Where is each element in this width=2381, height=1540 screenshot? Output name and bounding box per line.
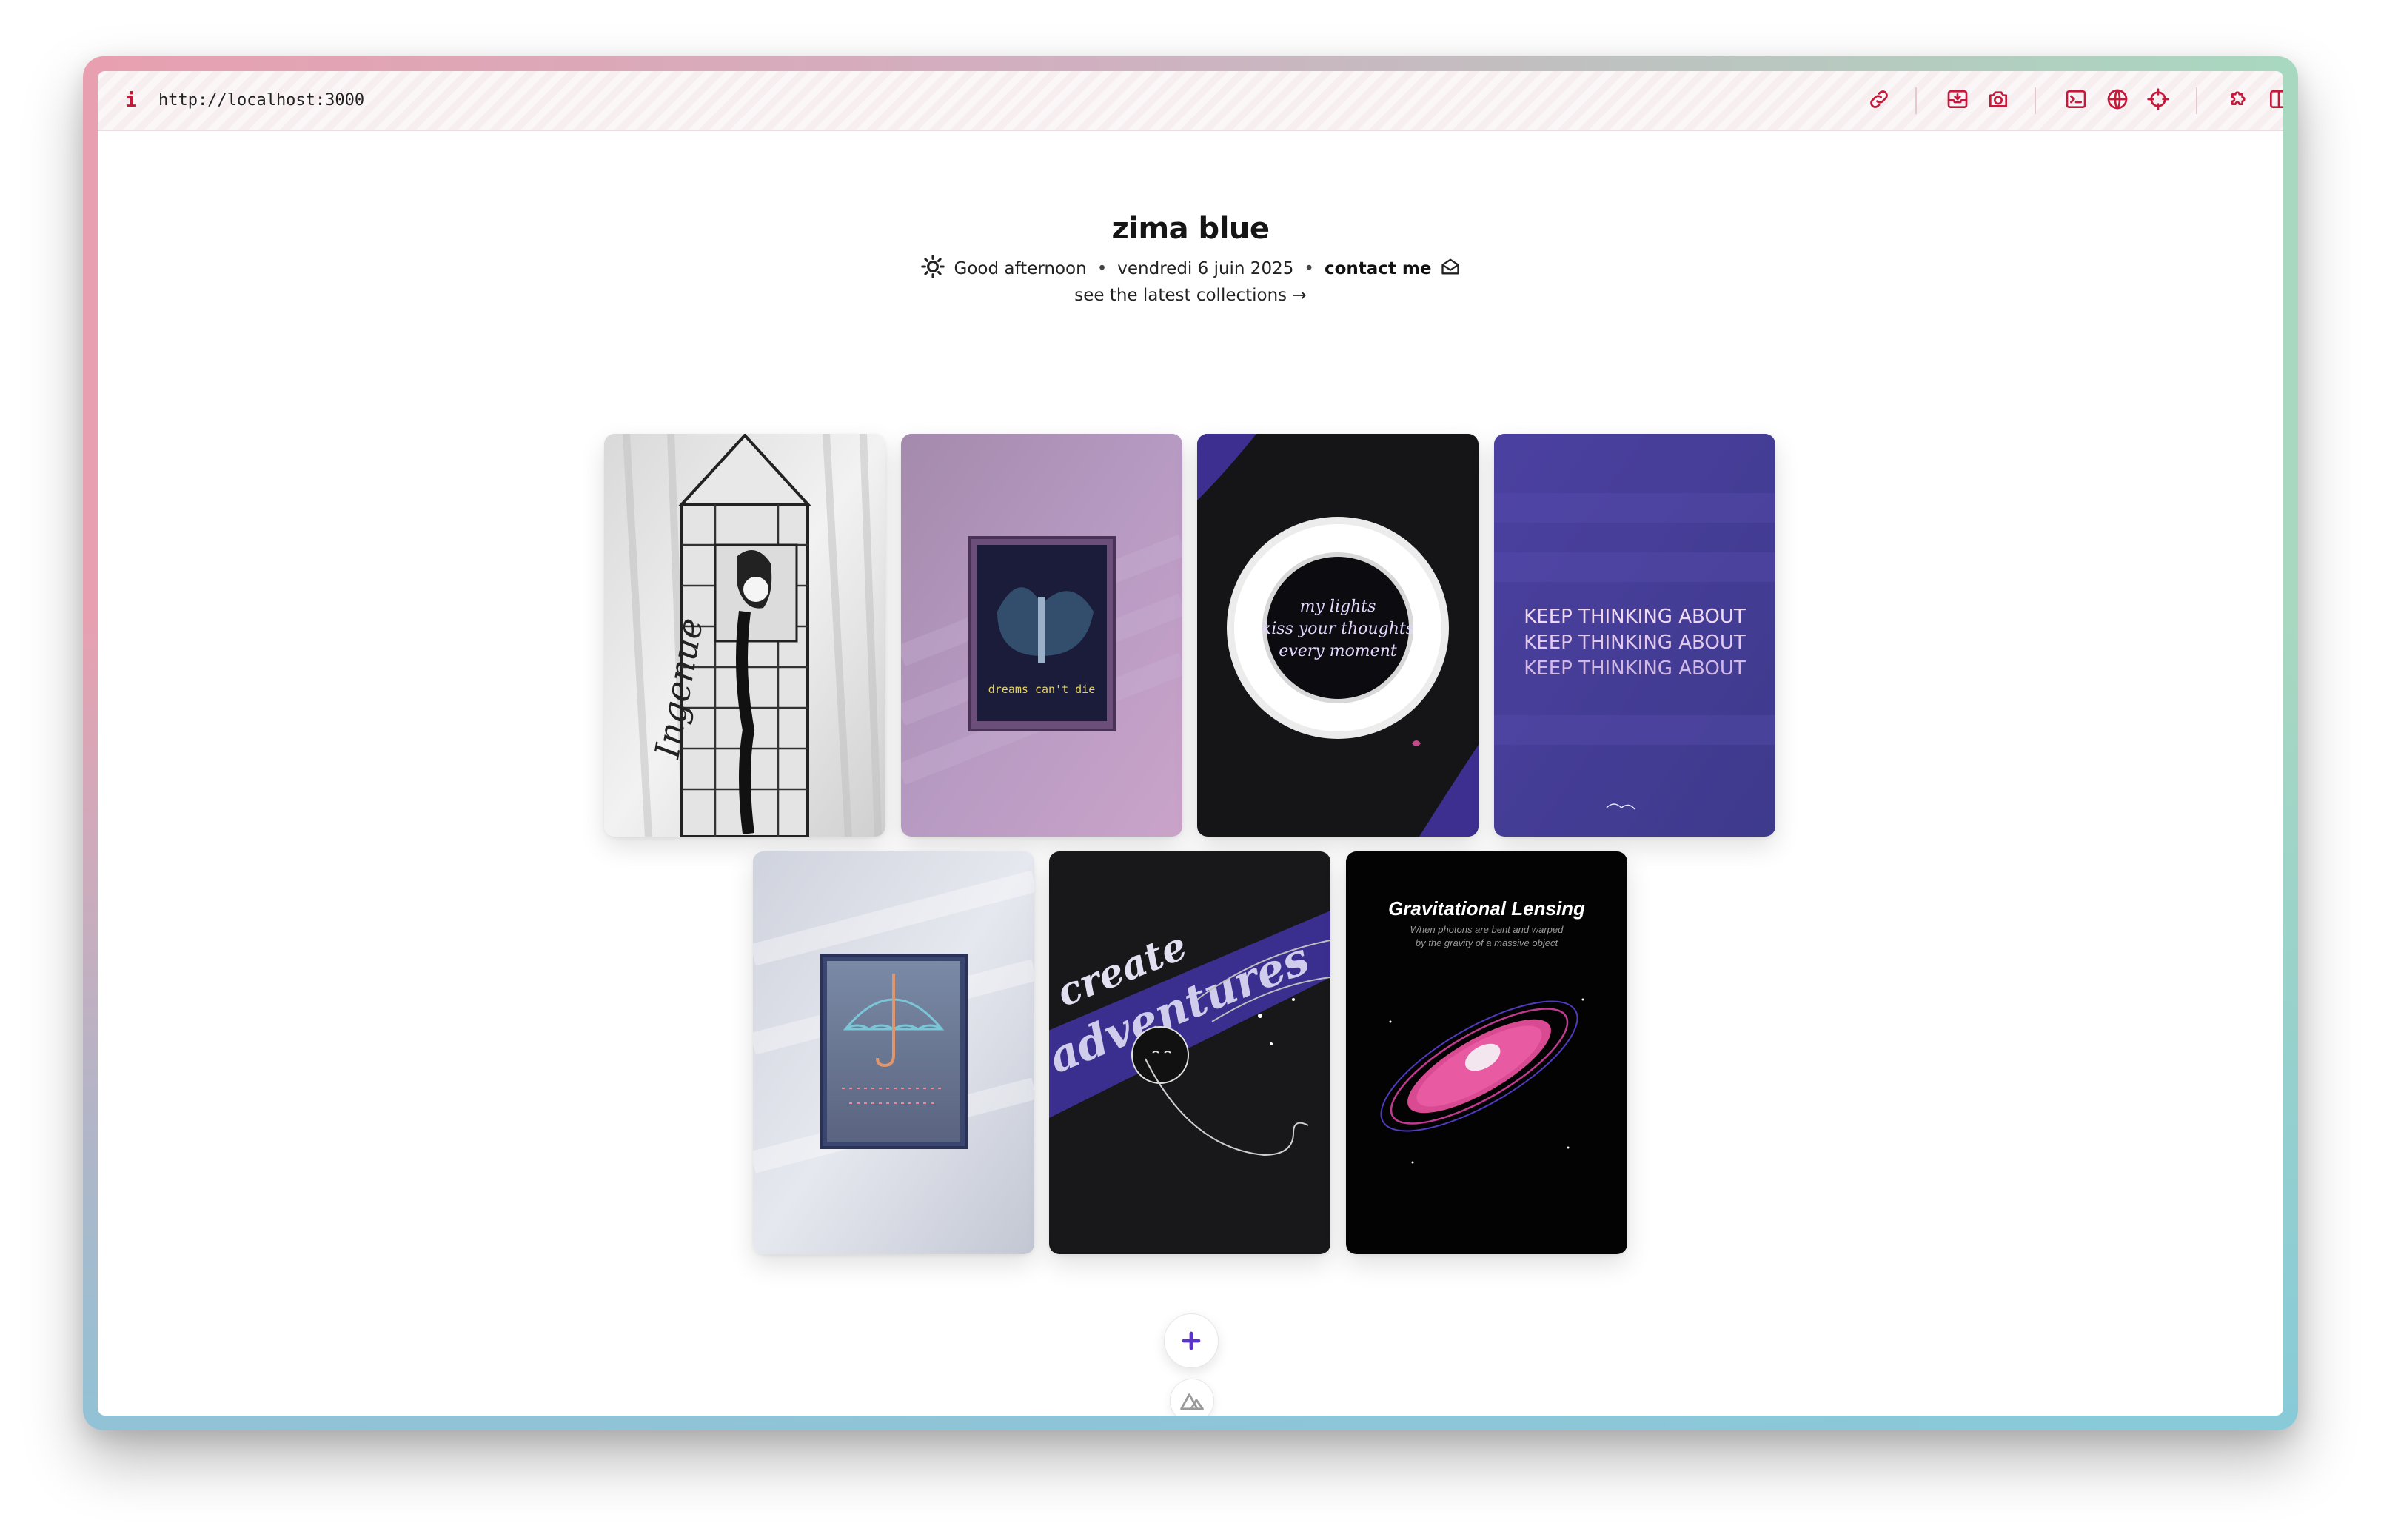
- inbox-icon[interactable]: [1943, 84, 1972, 114]
- camera-icon[interactable]: [1983, 84, 2013, 114]
- gallery-card-umbrella[interactable]: [753, 851, 1034, 1254]
- card-keep-thinking-line-1: KEEP THINKING ABOUT: [1524, 606, 1746, 628]
- card-my-lights-line-1: my lights: [1300, 597, 1376, 616]
- address-bar[interactable]: http://localhost:3000: [158, 86, 364, 116]
- gallery-card-create-adventures[interactable]: create adventures: [1049, 851, 1330, 1254]
- card-my-lights-line-2: kiss your thoughts: [1262, 620, 1414, 638]
- date-text: vendredi 6 juin 2025: [1117, 259, 1294, 278]
- sun-icon: [920, 254, 945, 284]
- gallery-card-ingenue[interactable]: Ingenue: [604, 434, 885, 837]
- greeting-text: Good afternoon: [954, 259, 1087, 278]
- gallery-card-gravitational-lensing[interactable]: Gravitational Lensing When photons are b…: [1346, 851, 1627, 1254]
- latest-collections-link[interactable]: see the latest collections →: [98, 286, 2283, 305]
- contact-link[interactable]: contact me: [1325, 259, 1432, 278]
- link-icon[interactable]: [1864, 84, 1894, 114]
- toolbar-divider: [1915, 87, 1917, 114]
- globe-icon[interactable]: [2103, 84, 2132, 114]
- separator-dot: •: [1096, 259, 1108, 278]
- crosshair-icon[interactable]: [2143, 84, 2173, 114]
- card-keep-thinking-line-3: KEEP THINKING ABOUT: [1524, 657, 1746, 680]
- info-icon[interactable]: i: [123, 86, 139, 116]
- card-lensing-subtitle-1: When photons are bent and warped: [1410, 924, 1564, 935]
- card-dreams-text: dreams can't die: [988, 683, 1096, 696]
- split-view-icon[interactable]: [2264, 84, 2283, 114]
- gallery-card-keep-thinking-about[interactable]: KEEP THINKING ABOUT KEEP THINKING ABOUT …: [1494, 434, 1775, 837]
- terminal-icon[interactable]: [2061, 84, 2091, 114]
- greeting-line: Good afternoon • vendredi 6 juin 2025 • …: [98, 254, 2283, 284]
- page-content: zima blue Good afternoon • vendredi 6 ju…: [98, 130, 2283, 1416]
- card-lensing-title: Gravitational Lensing: [1388, 897, 1585, 920]
- browser-window-frame: i http://localhost:3000 zima blue Good a…: [83, 56, 2298, 1430]
- nuxt-devtools-icon[interactable]: [1170, 1379, 1214, 1416]
- add-button[interactable]: [1164, 1313, 1219, 1368]
- card-keep-thinking-line-2: KEEP THINKING ABOUT: [1524, 632, 1746, 654]
- puzzle-icon[interactable]: [2223, 84, 2252, 114]
- site-title: zima blue: [1111, 212, 1270, 246]
- mail-icon[interactable]: [1440, 256, 1461, 281]
- gallery-card-my-lights[interactable]: my lights kiss your thoughts every momen…: [1197, 434, 1479, 837]
- card-my-lights-line-3: every moment: [1279, 642, 1397, 660]
- separator-dot: •: [1304, 259, 1314, 278]
- card-lensing-subtitle-2: by the gravity of a massive object: [1416, 937, 1559, 948]
- browser-toolbar: i http://localhost:3000: [98, 71, 2283, 131]
- toolbar-divider: [2196, 87, 2197, 114]
- toolbar-divider: [2035, 87, 2036, 114]
- browser-window: i http://localhost:3000 zima blue Good a…: [98, 71, 2283, 1416]
- gallery-card-dreams-cant-die[interactable]: dreams can't die: [901, 434, 1182, 837]
